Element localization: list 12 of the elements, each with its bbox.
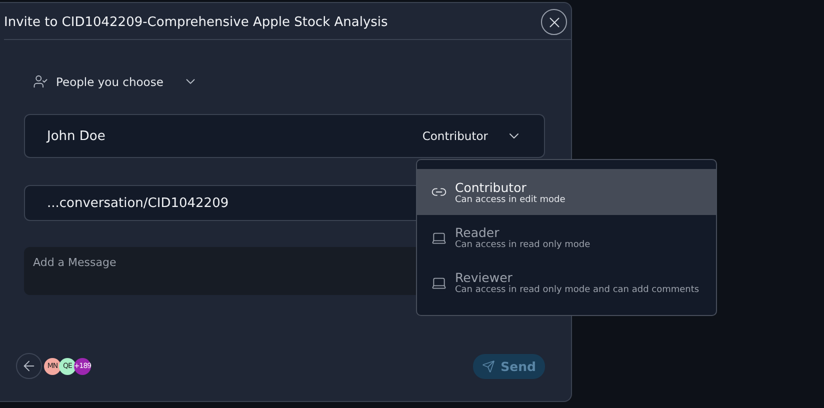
role-title: Reviewer <box>455 270 514 285</box>
audience-dropdown[interactable]: People you choose <box>24 74 198 89</box>
role-dropdown[interactable]: Contributor <box>422 128 522 144</box>
role-option[interactable]: Contributor Can access in edit mode <box>417 169 716 215</box>
close-button[interactable] <box>541 9 567 35</box>
user-check-icon <box>33 74 48 89</box>
role-title: Reader <box>455 225 500 240</box>
dialog-title: Invite to CID1042209-Comprehensive Apple Stock Analysis <box>4 14 388 30</box>
invitee-name: John Doe <box>47 128 106 144</box>
back-button[interactable] <box>16 353 42 379</box>
paper-plane-icon <box>482 360 495 372</box>
role-description: Can access in read only mode <box>455 240 590 250</box>
